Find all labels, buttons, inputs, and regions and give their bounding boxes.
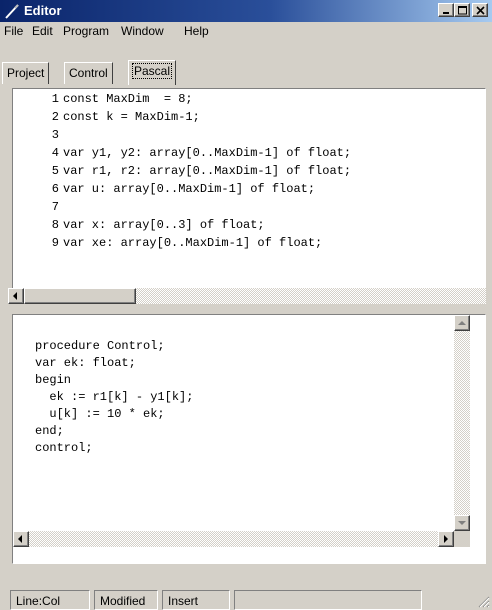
- window-title: Editor: [24, 3, 62, 18]
- declarations-hscrollbar[interactable]: [8, 288, 486, 304]
- status-bar: Line:Col Modified Insert: [0, 586, 492, 610]
- menu-bar: File Edit Program Window Help: [0, 22, 492, 40]
- line-text: const k = MaxDim-1;: [63, 110, 200, 124]
- scroll-left-button[interactable]: [13, 531, 29, 547]
- code-line: control;: [35, 441, 93, 455]
- line-number: 8: [51, 218, 59, 232]
- line-number: 4: [51, 146, 59, 160]
- line-number: 6: [51, 182, 59, 196]
- procedure-editor[interactable]: procedure Control; var ek: float; begin …: [12, 314, 486, 564]
- code-line: 7: [17, 200, 483, 218]
- procedure-code: procedure Control; var ek: float; begin …: [35, 339, 193, 458]
- resize-grip-icon[interactable]: [476, 594, 490, 608]
- line-number: 3: [51, 128, 59, 142]
- menu-program[interactable]: Program: [63, 24, 109, 38]
- procedure-hscrollbar[interactable]: [13, 531, 454, 547]
- code-line: var ek: float;: [35, 356, 136, 370]
- code-line: 1 const MaxDim = 8;: [17, 92, 483, 110]
- tab-project[interactable]: Project: [2, 62, 50, 84]
- status-message: [234, 590, 422, 610]
- close-button[interactable]: [472, 3, 488, 17]
- scroll-corner: [454, 531, 470, 547]
- arrow-up-icon: [458, 321, 466, 325]
- line-number: 5: [51, 164, 59, 178]
- code-line: end;: [35, 424, 64, 438]
- code-line: procedure Control;: [35, 339, 165, 353]
- tab-pascal-label: Pascal: [131, 63, 173, 79]
- arrow-left-icon: [13, 292, 17, 300]
- arrow-left-icon: [18, 535, 22, 543]
- line-text: var x: array[0..3] of float;: [63, 218, 265, 232]
- line-text: var r1, r2: array[0..MaxDim-1] of float;: [63, 164, 352, 178]
- scroll-thumb[interactable]: [24, 288, 136, 304]
- line-text: var xe: array[0..MaxDim-1] of float;: [63, 236, 323, 250]
- code-line: 6 var u: array[0..MaxDim-1] of float;: [17, 182, 483, 200]
- maximize-button[interactable]: [454, 3, 470, 17]
- tab-pascal[interactable]: Pascal: [128, 60, 177, 85]
- code-line: u[k] := 10 * ek;: [35, 407, 165, 421]
- arrow-right-icon: [444, 535, 448, 543]
- maximize-icon: [458, 6, 467, 15]
- tab-control-label: Control: [69, 66, 108, 80]
- scroll-down-button[interactable]: [454, 515, 470, 531]
- line-number: 7: [51, 200, 59, 214]
- line-text: const MaxDim = 8;: [63, 92, 193, 106]
- status-modified: Modified: [94, 590, 158, 610]
- minimize-icon: [443, 12, 449, 14]
- line-text: var u: array[0..MaxDim-1] of float;: [63, 182, 316, 196]
- status-insert: Insert: [162, 590, 230, 610]
- arrow-down-icon: [458, 521, 466, 525]
- menu-edit[interactable]: Edit: [32, 24, 53, 38]
- scroll-right-button[interactable]: [438, 531, 454, 547]
- declarations-code: 1 const MaxDim = 8; 2 const k = MaxDim-1; …: [17, 92, 483, 282]
- minimize-button[interactable]: [438, 3, 454, 17]
- line-text: var y1, y2: array[0..MaxDim-1] of float;: [63, 146, 352, 160]
- declarations-editor[interactable]: 1 const MaxDim = 8; 2 const k = MaxDim-1; …: [12, 88, 486, 303]
- line-number: 9: [51, 236, 59, 250]
- line-number: 2: [51, 110, 59, 124]
- code-line: begin: [35, 373, 72, 387]
- tab-control[interactable]: Control: [64, 62, 113, 84]
- menu-help[interactable]: Help: [184, 24, 209, 38]
- close-icon: [476, 6, 485, 15]
- pane-splitter[interactable]: [8, 305, 486, 313]
- code-line: 3: [17, 128, 483, 146]
- code-line: 2 const k = MaxDim-1;: [17, 110, 483, 128]
- code-line: ek := r1[k] - y1[k];: [35, 390, 194, 404]
- title-bar: Editor: [0, 0, 492, 22]
- procedure-vscrollbar[interactable]: [454, 315, 470, 531]
- pencil-icon: [5, 4, 19, 19]
- tab-project-label: Project: [7, 66, 45, 80]
- line-number: 1: [51, 92, 59, 106]
- menu-window[interactable]: Window: [121, 24, 164, 38]
- code-line: 8 var x: array[0..3] of float;: [17, 218, 483, 236]
- menu-file[interactable]: File: [4, 24, 23, 38]
- code-line: 9 var xe: array[0..MaxDim-1] of float;: [17, 236, 483, 254]
- scroll-up-button[interactable]: [454, 315, 470, 331]
- scroll-left-button[interactable]: [8, 288, 24, 304]
- code-line: 4 var y1, y2: array[0..MaxDim-1] of float…: [17, 146, 483, 164]
- status-line-col: Line:Col: [10, 590, 90, 610]
- code-line: 5 var r1, r2: array[0..MaxDim-1] of float…: [17, 164, 483, 182]
